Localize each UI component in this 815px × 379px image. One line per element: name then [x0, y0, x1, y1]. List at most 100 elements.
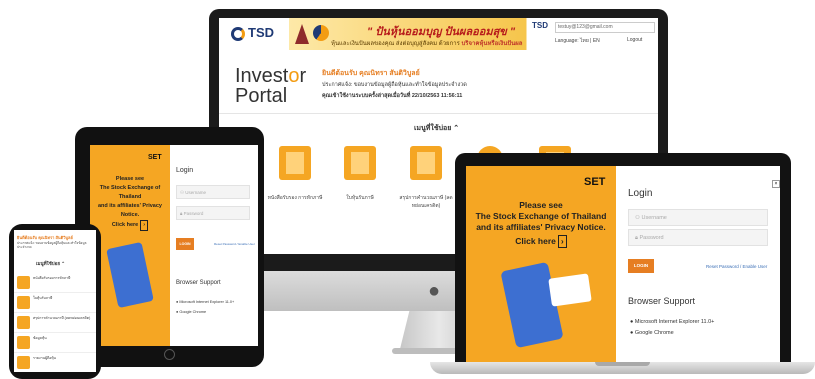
tax-percent-icon — [417, 152, 435, 174]
ie-icon: ● — [630, 319, 634, 325]
login-button[interactable]: LOGIN — [176, 238, 194, 250]
login-button[interactable]: LOGIN — [628, 259, 654, 273]
set-logo: SET — [148, 154, 162, 161]
password-input[interactable]: 🔒︎ Password — [176, 206, 250, 220]
password-input[interactable]: 🔒︎ Password — [628, 229, 768, 246]
title-part: r — [299, 65, 307, 87]
list-item[interactable]: ข้อมูลหุ้น — [14, 333, 96, 353]
reset-password-link[interactable]: Reset Password / Enable User — [706, 264, 767, 269]
arrow-right-icon[interactable]: › — [140, 220, 149, 231]
document-icon — [17, 336, 30, 349]
ie-icon: ● — [176, 300, 179, 304]
list-item-label: ข้อมูลหุ้น — [33, 336, 47, 340]
tax-icon — [286, 152, 304, 174]
chevron-up-icon: ⌃ — [61, 261, 66, 266]
browser-support-heading: Browser Support — [176, 280, 221, 286]
tsd-logo[interactable]: TSD — [231, 25, 274, 41]
welcome-text: ยินดีต้อนรับ คุณนิทรา สันติวิบูลย์ — [17, 235, 73, 240]
username-placeholder: Username — [185, 190, 207, 195]
privacy-panel: SET Please see The Stock Exchange of Tha… — [466, 166, 616, 362]
tax-icon — [17, 276, 30, 289]
browser-chrome-item: ● Google Chrome — [630, 330, 674, 336]
chrome-icon: ● — [176, 310, 179, 314]
language-switch[interactable]: Language: ไทย | EN — [555, 37, 600, 45]
notice-line: and its affiliates' Privacy Notice. — [476, 222, 606, 232]
title-o: o — [288, 65, 300, 87]
login-heading: Login — [176, 167, 194, 174]
title-part: Invest — [235, 65, 289, 87]
privacy-notice: Please see The Stock Exchange of Thailan… — [466, 200, 616, 248]
title-part: Portal — [235, 85, 288, 107]
username-placeholder: Username — [641, 215, 667, 221]
list-item-label: สรุปการคำนวณภาษี (ลดหย่อนเครดิต) — [33, 316, 91, 320]
tile-tax-certificate[interactable] — [279, 146, 311, 180]
chevron-up-icon: ⌃ — [453, 125, 460, 132]
menu-heading-label: เมนูที่ใช้บ่อย — [414, 125, 452, 132]
list-item-label: ใบหุ้นรับภาษี — [33, 296, 53, 300]
privacy-panel: SET Please see The Stock Exchange of Tha… — [90, 145, 170, 346]
phone-illustration-icon — [106, 241, 154, 309]
menu-heading-label: เมนูที่ใช้บ่อย — [36, 261, 60, 266]
last-login-text: คุณเข้าใช้งานระบบครั้งล่าสุดเมื่อวันที่ … — [322, 93, 463, 99]
apple-logo-icon: ● — [428, 280, 441, 302]
list-item[interactable]: รายงานผู้ถือหุ้น — [14, 353, 96, 372]
click-here-link[interactable]: Click here — [515, 236, 556, 246]
password-placeholder: Password — [183, 211, 204, 216]
arrow-right-icon[interactable]: › — [557, 235, 567, 248]
browser-ie-item: ● Microsoft Internet Explorer 11.0+ — [630, 319, 714, 325]
tile-label: สรุปการคำนวณภาษี (ลดหย่อนเครดิต) — [399, 195, 453, 209]
ipad-home-button[interactable] — [164, 349, 175, 360]
browser-chrome-label: Google Chrome — [634, 330, 674, 336]
browser-chrome-label: Google Chrome — [179, 310, 207, 314]
welcome-text: ยินดีต้อนรับ คุณนิทรา สันติวิบูลย์ — [322, 70, 420, 77]
ipad-screen: SET Please see The Stock Exchange of Tha… — [90, 145, 258, 346]
notice-line: Please see — [115, 176, 145, 182]
set-logo: SET — [584, 176, 606, 188]
username-input[interactable]: ⚇ Username — [176, 185, 250, 199]
tile-efiling[interactable] — [344, 146, 376, 180]
close-icon[interactable]: × — [772, 180, 780, 188]
list-item-label: หนังสือรับรองการหักภาษี — [33, 276, 71, 280]
pie-icon — [313, 25, 329, 41]
browser-ie-label: Microsoft Internet Explorer 11.0+ — [179, 300, 235, 304]
browser-chrome-item: ● Google Chrome — [176, 310, 206, 314]
announcement-text: ประกาศแจ้ง: ขอบงานข้อมูลผู้ถือหุ้นและทำใ… — [322, 82, 467, 88]
chrome-icon: ● — [630, 330, 634, 336]
slogan-subtitle[interactable]: หุ้นและเงินปันผลของคุณ ส่งต่อบุญสู่สังคม… — [331, 38, 522, 48]
list-item[interactable]: สรุปการคำนวณภาษี (ลดหย่อนเครดิต) — [14, 313, 96, 333]
favorite-menu-heading[interactable]: เมนูที่ใช้บ่อย ⌃ — [36, 260, 65, 267]
tile-label: ใบหุ้นรับภาษี — [346, 195, 374, 201]
tax-percent-icon — [17, 316, 30, 329]
logout-link[interactable]: Logout — [627, 37, 642, 43]
tsd-logo-text: TSD — [248, 25, 274, 40]
click-here-link[interactable]: Click here — [112, 222, 138, 228]
divider — [219, 113, 658, 114]
notice-line: and its affiliates' Privacy Notice. — [98, 203, 162, 218]
username-input[interactable]: ⚇ Username — [628, 209, 768, 226]
tile-label: หนังสือรับรอง การหักภาษี — [267, 195, 323, 201]
browser-support-heading: Browser Support — [628, 296, 696, 306]
notice-line: The Stock Exchange of Thailand — [475, 211, 607, 221]
e-filing-icon — [351, 152, 369, 174]
list-item[interactable]: หนังสือรับรองการหักภาษี — [14, 273, 96, 293]
favorite-menu-heading[interactable]: เมนูที่ใช้บ่อย ⌃ — [414, 123, 459, 134]
notice-line: The Stock Exchange of Thailand — [99, 185, 161, 200]
notice-line: Please see — [519, 200, 563, 210]
macbook-notch — [595, 362, 650, 366]
tile-tax-summary[interactable] — [410, 146, 442, 180]
chat-bubble-icon — [548, 273, 592, 307]
report-icon — [17, 356, 30, 369]
investor-portal-title: Investor Portal — [235, 66, 306, 106]
reset-password-link[interactable]: Reset Password / Enable User — [214, 242, 255, 246]
browser-ie-item: ● Microsoft Internet Explorer 11.0+ — [176, 300, 234, 304]
announcement-text: ประกาศแจ้ง: ขอบงานข้อมูลผู้ถือหุ้นและทำใ… — [17, 241, 87, 249]
list-item-label: รายงานผู้ถือหุ้น — [33, 356, 56, 360]
slogan-sub-text: หุ้นและเงินปันผลของคุณ ส่งต่อบุญสู่สังคม… — [331, 41, 462, 47]
email-field[interactable]: testuy@123@gmail.com — [555, 22, 655, 33]
tsd-small-logo: TSD — [532, 21, 548, 30]
e-filing-icon — [17, 296, 30, 309]
list-item[interactable]: ใบหุ้นรับภาษี — [14, 293, 96, 313]
login-heading: Login — [628, 188, 653, 199]
tsd-logo-icon — [231, 26, 245, 41]
donate-link[interactable]: บริจาคหุ้นหรือเงินปันผล — [461, 41, 522, 47]
